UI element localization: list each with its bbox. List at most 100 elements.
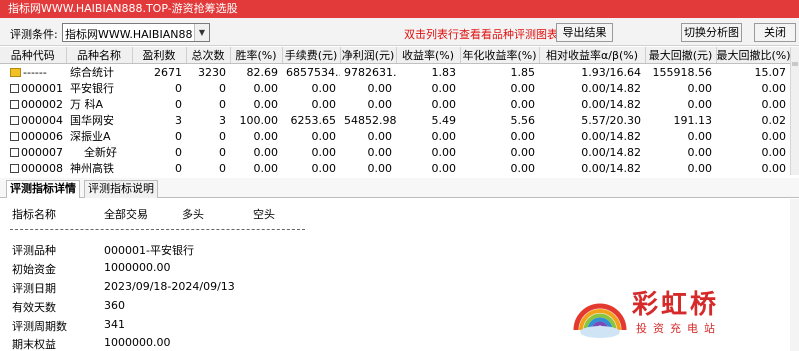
header-win-rate[interactable]: 胜率(%) bbox=[230, 47, 283, 64]
cell-max-drawdown-ratio: 0.00 bbox=[761, 81, 787, 95]
cell-annual-return: 0.00 bbox=[510, 145, 536, 159]
table-row[interactable]: ------ 综合统计 2671 3230 82.69 6857534... 9… bbox=[0, 64, 790, 81]
cell-net-profit: 0.00 bbox=[367, 81, 393, 95]
cell-code: 000002 bbox=[0, 96, 66, 112]
header-name[interactable]: 品种名称 bbox=[66, 47, 133, 64]
table-row[interactable]: 000007 全新好 0 0 0.00 0.00 0.00 0.00 0.00 … bbox=[0, 144, 790, 160]
cell-code: 000004 bbox=[0, 112, 66, 128]
checkbox-icon[interactable] bbox=[10, 131, 19, 141]
header-return[interactable]: 收益率(%) bbox=[396, 47, 461, 64]
cell-fee: 0.00 bbox=[311, 129, 337, 143]
detail-scrollbar[interactable] bbox=[790, 199, 799, 351]
switch-chart-button[interactable]: 切换分析图 bbox=[681, 23, 742, 42]
folder-icon bbox=[10, 67, 21, 77]
rainbow-icon bbox=[573, 303, 627, 338]
table-row[interactable]: 000001 平安银行 0 0 0.00 0.00 0.00 0.00 0.00… bbox=[0, 80, 790, 96]
detail-value: 1000000.00 bbox=[104, 261, 171, 274]
cell-return: 1.83 bbox=[431, 65, 457, 79]
cell-code-text: 000001 bbox=[21, 81, 63, 95]
cell-return: 0.00 bbox=[431, 129, 457, 143]
watermark-name: 彩虹桥 bbox=[632, 290, 720, 320]
cell-name: 全新好 bbox=[84, 146, 117, 159]
table-row[interactable]: 000004 国华网安 3 3 100.00 6253.65 54852.98 … bbox=[0, 112, 790, 128]
cell-max-drawdown: 155918.56 bbox=[652, 65, 713, 79]
cell-annual-return: 0.00 bbox=[510, 129, 536, 143]
cell-win-rate: 100.00 bbox=[239, 113, 279, 127]
header-total-count[interactable]: 总次数 bbox=[186, 47, 231, 64]
detail-header-indicator: 指标名称 bbox=[12, 208, 56, 221]
cell-win-rate: 0.00 bbox=[253, 145, 279, 159]
header-max-drawdown-ratio[interactable]: 最大回撤比(%) bbox=[716, 47, 790, 64]
cell-win-rate: 0.00 bbox=[253, 97, 279, 111]
table-row[interactable]: 000006 深振业A 0 0 0.00 0.00 0.00 0.00 0.00… bbox=[0, 128, 790, 144]
cell-relative-return: 0.00/14.82 bbox=[581, 161, 641, 175]
detail-label: 评测品种 bbox=[12, 244, 56, 257]
checkbox-icon[interactable] bbox=[10, 83, 19, 93]
cell-total-count: 3230 bbox=[198, 65, 226, 79]
header-relative-return[interactable]: 相对收益率α/β(%) bbox=[539, 47, 646, 64]
cell-net-profit: 0.00 bbox=[367, 97, 393, 111]
export-button[interactable]: 导出结果 bbox=[556, 23, 613, 42]
table-scrollbar[interactable] bbox=[790, 47, 799, 175]
cell-annual-return: 0.00 bbox=[510, 161, 536, 175]
cell-code-text: ------ bbox=[23, 65, 47, 79]
chevron-down-icon[interactable]: ▼ bbox=[194, 24, 209, 41]
cell-fee: 6253.65 bbox=[290, 113, 337, 127]
header-max-drawdown[interactable]: 最大回撤(元) bbox=[645, 47, 717, 64]
cell-code-text: 000004 bbox=[21, 113, 63, 127]
cell-fee: 0.00 bbox=[311, 97, 337, 111]
cell-win-rate: 0.00 bbox=[253, 129, 279, 143]
header-win-count[interactable]: 盈利数 bbox=[132, 47, 187, 64]
cell-max-drawdown-ratio: 0.02 bbox=[761, 113, 787, 127]
scrollbar-thumb[interactable] bbox=[792, 62, 798, 66]
cell-win-rate: 0.00 bbox=[253, 161, 279, 175]
header-annual-return[interactable]: 年化收益率(%) bbox=[460, 47, 540, 64]
cell-name: 深振业A bbox=[70, 130, 111, 143]
cell-relative-return: 0.00/14.82 bbox=[581, 81, 641, 95]
cell-total-count: 0 bbox=[219, 81, 226, 95]
window-title: 指标网WWW.HAIBIAN888.TOP-游资抢筹选股 bbox=[0, 0, 799, 18]
detail-value: 360 bbox=[104, 299, 125, 312]
cell-code-text: 000008 bbox=[21, 161, 63, 175]
results-table[interactable]: 品种代码 品种名称 盈利数 总次数 胜率(%) 手续费(元) 净利润(元) 收益… bbox=[0, 47, 790, 175]
checkbox-icon[interactable] bbox=[10, 147, 19, 157]
header-fee[interactable]: 手续费(元) bbox=[282, 47, 341, 64]
detail-value: 2023/09/18-2024/09/13 bbox=[104, 280, 235, 293]
checkbox-icon[interactable] bbox=[10, 163, 19, 173]
condition-select[interactable]: 指标网WWW.HAIBIAN888.TOP ▼ bbox=[62, 23, 210, 42]
cell-name: 平安银行 bbox=[70, 82, 114, 95]
cell-annual-return: 1.85 bbox=[510, 65, 536, 79]
cell-win-count: 0 bbox=[175, 161, 182, 175]
cell-code: 000007 bbox=[0, 144, 66, 160]
header-code[interactable]: 品种代码 bbox=[0, 47, 67, 64]
detail-tabs: 评测指标详情 评测指标说明 bbox=[0, 178, 799, 198]
cell-max-drawdown: 0.00 bbox=[687, 145, 713, 159]
cell-total-count: 0 bbox=[219, 129, 226, 143]
header-net-profit[interactable]: 净利润(元) bbox=[340, 47, 397, 64]
cell-relative-return: 5.57/20.30 bbox=[581, 113, 641, 127]
double-click-hint: 双击列表行查看看品种评测图表 bbox=[404, 28, 558, 41]
cell-max-drawdown: 0.00 bbox=[687, 129, 713, 143]
cell-code: 000001 bbox=[0, 80, 66, 96]
detail-label: 期末权益 bbox=[12, 338, 56, 351]
table-row[interactable]: 000008 神州高铁 0 0 0.00 0.00 0.00 0.00 0.00… bbox=[0, 160, 790, 175]
tab-indicator-description[interactable]: 评测指标说明 bbox=[84, 180, 158, 198]
checkbox-icon[interactable] bbox=[10, 115, 19, 125]
condition-select-value: 指标网WWW.HAIBIAN888.TOP bbox=[65, 28, 193, 41]
cell-win-count: 0 bbox=[175, 129, 182, 143]
close-button[interactable]: 关闭 bbox=[754, 23, 796, 42]
cell-win-count: 3 bbox=[175, 113, 182, 127]
tab-indicator-details[interactable]: 评测指标详情 bbox=[6, 180, 80, 198]
cell-net-profit: 9782631... bbox=[344, 65, 396, 79]
cell-return: 0.00 bbox=[431, 81, 457, 95]
cell-max-drawdown-ratio: 15.07 bbox=[754, 65, 787, 79]
table-row[interactable]: 000002 万 科A 0 0 0.00 0.00 0.00 0.00 0.00… bbox=[0, 96, 790, 112]
cell-fee: 6857534... bbox=[286, 65, 340, 79]
checkbox-icon[interactable] bbox=[10, 99, 19, 109]
cell-max-drawdown: 0.00 bbox=[687, 81, 713, 95]
cell-max-drawdown-ratio: 0.00 bbox=[761, 161, 787, 175]
cell-annual-return: 0.00 bbox=[510, 97, 536, 111]
cell-code: 000008 bbox=[0, 160, 66, 175]
cell-return: 0.00 bbox=[431, 97, 457, 111]
cell-relative-return: 0.00/14.82 bbox=[581, 145, 641, 159]
